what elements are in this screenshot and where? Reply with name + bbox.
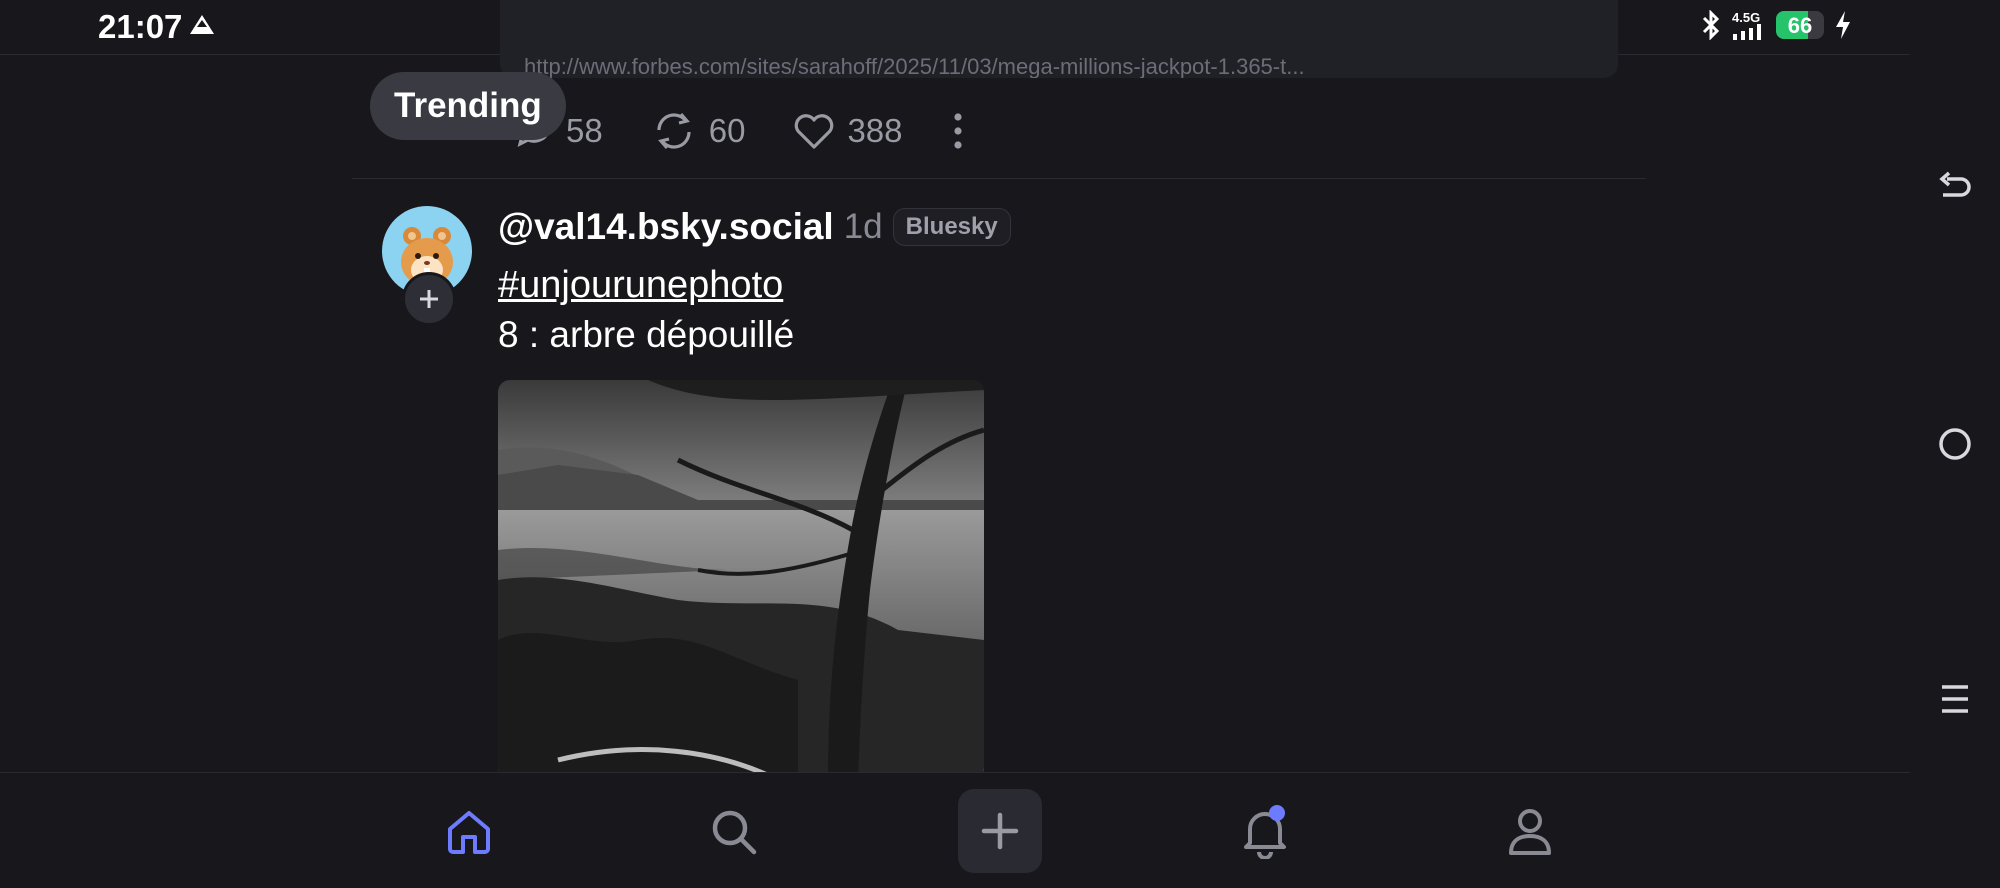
network-type: 4.5G	[1732, 9, 1761, 25]
tab-profile[interactable]	[1501, 803, 1559, 861]
status-time: 21:07	[98, 8, 183, 45]
post-text: 8 : arbre dépouillé	[498, 314, 795, 355]
heart-icon	[795, 114, 834, 149]
back-button[interactable]	[1932, 166, 1978, 212]
plus-icon	[420, 290, 438, 308]
post-age[interactable]: 1d	[844, 207, 883, 247]
reply-count: 58	[566, 112, 603, 149]
landscape-photo-icon	[498, 380, 984, 772]
post-header: @val14.bsky.social 1d Bluesky	[498, 206, 1011, 248]
charging-icon	[1836, 11, 1850, 39]
signal-icon	[1733, 23, 1761, 40]
repost-button[interactable]: 60	[651, 110, 746, 152]
plus-icon	[981, 812, 1019, 850]
signal-group: 4.5G	[1732, 11, 1766, 40]
tab-home[interactable]	[440, 803, 498, 861]
bluetooth-icon	[1702, 10, 1720, 40]
trending-tooltip[interactable]: Trending	[370, 72, 566, 140]
battery-indicator: 66	[1776, 11, 1824, 39]
like-count: 388	[847, 112, 903, 149]
more-options-button[interactable]	[951, 111, 965, 151]
platform-badge: Bluesky	[892, 208, 1011, 246]
recents-button[interactable]	[1932, 676, 1978, 722]
like-button[interactable]: 388	[793, 111, 903, 151]
profile-icon	[1509, 809, 1551, 855]
tab-notifications[interactable]	[1236, 803, 1294, 861]
system-navigation	[1910, 0, 2000, 887]
status-icons: 4.5G 66	[1700, 10, 1852, 40]
tab-search[interactable]	[705, 803, 763, 861]
post-divider	[352, 178, 1646, 179]
home-icon	[448, 811, 490, 854]
post-actions: 58 60 388	[514, 106, 1013, 156]
repost-icon	[657, 112, 691, 150]
repost-count: 60	[708, 112, 746, 149]
back-icon	[1939, 171, 1971, 197]
bottom-navigation	[0, 772, 1910, 888]
follow-button[interactable]	[402, 272, 456, 326]
home-button[interactable]	[1932, 421, 1978, 467]
post-hashtag[interactable]: #unjourunephoto	[498, 264, 783, 307]
post-image[interactable]	[498, 380, 984, 772]
search-icon	[712, 810, 757, 855]
mountain-icon	[190, 15, 214, 34]
link-preview-card[interactable]: http://www.forbes.com/sites/sarahoff/202…	[500, 0, 1618, 78]
more-vertical-icon	[953, 113, 962, 149]
notification-dot	[1269, 805, 1285, 821]
compose-button[interactable]	[958, 789, 1042, 873]
link-url[interactable]: http://www.forbes.com/sites/sarahoff/202…	[524, 54, 1305, 78]
menu-icon	[1942, 685, 1968, 713]
home-circle-icon	[1939, 428, 1971, 460]
battery-level: 66	[1787, 13, 1813, 38]
author-handle[interactable]: @val14.bsky.social	[498, 206, 834, 248]
